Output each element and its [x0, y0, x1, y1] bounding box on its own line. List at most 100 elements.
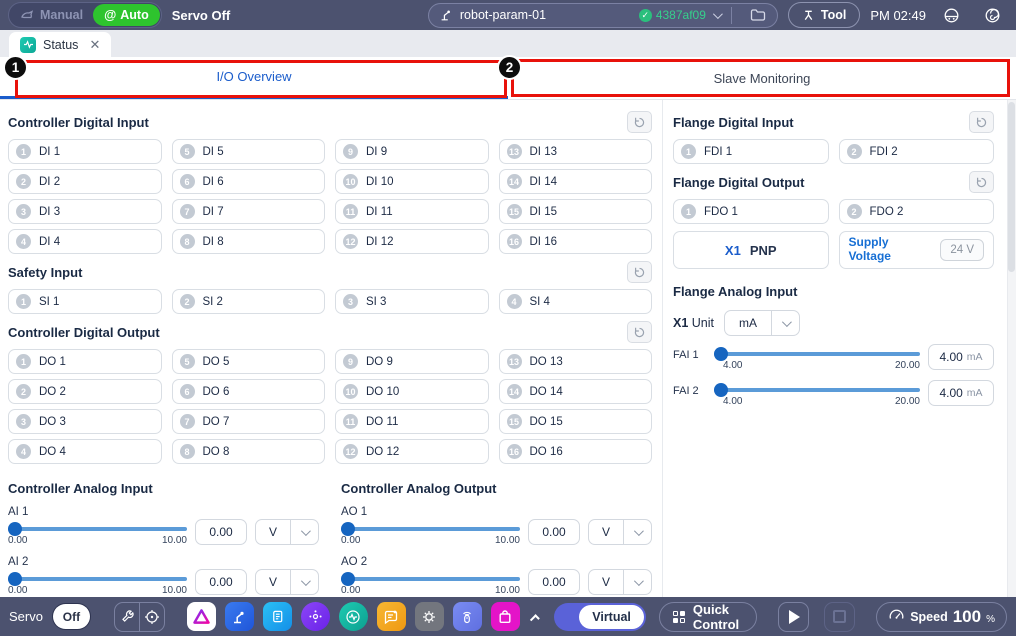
ao2-value-field[interactable]: 0.00: [528, 569, 580, 595]
ai2-slider[interactable]: 0.00 10.00: [8, 569, 187, 599]
ao1-slider-thumb[interactable]: [341, 522, 355, 536]
fai2-value-field[interactable]: 4.00 mA: [928, 380, 994, 406]
fai1-slider[interactable]: 4.00 20.00: [714, 344, 920, 374]
io-card-do-14[interactable]: 14DO 14: [499, 379, 653, 404]
ai2-slider-thumb[interactable]: [8, 572, 22, 586]
scrollbar-thumb[interactable]: [1008, 102, 1015, 272]
chat-app-icon[interactable]: [377, 602, 406, 631]
chevron-down-icon[interactable]: [623, 570, 651, 594]
chevron-down-icon[interactable]: [290, 520, 318, 544]
ai2-value-field[interactable]: 0.00: [195, 569, 247, 595]
vertical-scrollbar[interactable]: [1007, 100, 1016, 597]
ai2-slider-track[interactable]: [8, 577, 187, 581]
ai1-value-field[interactable]: 0.00: [195, 519, 247, 545]
fai1-slider-track[interactable]: [714, 352, 920, 356]
ai1-slider-track[interactable]: [8, 527, 187, 531]
mode-manual-button[interactable]: Manual: [10, 8, 93, 22]
ao2-unit-select[interactable]: V: [588, 569, 652, 595]
io-card-di-9[interactable]: 9DI 9: [335, 139, 489, 164]
io-card-di-14[interactable]: 14DI 14: [499, 169, 653, 194]
ao2-slider-thumb[interactable]: [341, 572, 355, 586]
io-card-di-4[interactable]: 4DI 4: [8, 229, 162, 254]
jog-app-icon[interactable]: [301, 602, 330, 631]
io-card-do-2[interactable]: 2DO 2: [8, 379, 162, 404]
io-card-do-15[interactable]: 15DO 15: [499, 409, 653, 434]
chevron-up-icon[interactable]: [530, 614, 540, 624]
fdi-reset-button[interactable]: [969, 111, 994, 133]
io-card-di-1[interactable]: 1DI 1: [8, 139, 162, 164]
io-card-do-13[interactable]: 13DO 13: [499, 349, 653, 374]
io-card-si-4[interactable]: 4SI 4: [499, 289, 653, 314]
fai2-slider-thumb[interactable]: [714, 383, 728, 397]
ao2-slider[interactable]: 0.00 10.00: [341, 569, 520, 599]
fai1-slider-thumb[interactable]: [714, 347, 728, 361]
move-button[interactable]: [139, 603, 164, 631]
robot-app-icon[interactable]: [225, 602, 254, 631]
io-card-di-7[interactable]: 7DI 7: [172, 199, 326, 224]
fai2-slider[interactable]: 4.00 20.00: [714, 380, 920, 410]
virtual-toggle-knob[interactable]: Virtual: [579, 605, 644, 629]
io-card-si-1[interactable]: 1SI 1: [8, 289, 162, 314]
chevron-down-icon[interactable]: [713, 9, 723, 19]
io-card-di-2[interactable]: 2DI 2: [8, 169, 162, 194]
chevron-down-icon[interactable]: [771, 311, 799, 335]
io-card-di-8[interactable]: 8DI 8: [172, 229, 326, 254]
io-card-do-1[interactable]: 1DO 1: [8, 349, 162, 374]
cdo-reset-button[interactable]: [627, 321, 652, 343]
io-card-fdi-1[interactable]: 1FDI 1: [673, 139, 829, 164]
spiral-icon[interactable]: [977, 7, 1008, 24]
io-card-do-6[interactable]: 6DO 6: [172, 379, 326, 404]
io-card-di-16[interactable]: 16DI 16: [499, 229, 653, 254]
cdi-reset-button[interactable]: [627, 111, 652, 133]
mode-auto-button[interactable]: @ Auto: [93, 4, 160, 26]
speed-control[interactable]: Speed 100 %: [876, 602, 1007, 632]
ao1-unit-select[interactable]: V: [588, 519, 652, 545]
ao1-slider[interactable]: 0.00 10.00: [341, 519, 520, 549]
chevron-down-icon[interactable]: [623, 520, 651, 544]
open-folder-button[interactable]: [743, 8, 773, 22]
tab-io-overview[interactable]: I/O Overview: [0, 57, 508, 99]
io-card-di-15[interactable]: 15DI 15: [499, 199, 653, 224]
io-card-fdi-2[interactable]: 2FDI 2: [839, 139, 995, 164]
monitor-app-icon[interactable]: [339, 602, 368, 631]
io-card-di-12[interactable]: 12DI 12: [335, 229, 489, 254]
io-card-si-3[interactable]: 3SI 3: [335, 289, 489, 314]
io-card-do-4[interactable]: 4DO 4: [8, 439, 162, 464]
io-card-si-2[interactable]: 2SI 2: [172, 289, 326, 314]
play-button[interactable]: [778, 602, 809, 632]
ai1-unit-select[interactable]: V: [255, 519, 319, 545]
fai-unit-select[interactable]: mA: [724, 310, 800, 336]
robot-param-selector[interactable]: robot-param-01 ✓ 4387af09: [428, 3, 778, 28]
io-card-fdo-2[interactable]: 2FDO 2: [839, 199, 995, 224]
io-card-di-3[interactable]: 3DI 3: [8, 199, 162, 224]
io-card-di-13[interactable]: 13DI 13: [499, 139, 653, 164]
fai2-slider-track[interactable]: [714, 388, 920, 392]
quick-control-button[interactable]: Quick Control: [659, 602, 757, 632]
ao1-value-field[interactable]: 0.00: [528, 519, 580, 545]
mode-virtual-toggle[interactable]: Virtual: [554, 603, 646, 631]
tab-status[interactable]: Status ✕: [9, 32, 111, 57]
ai2-unit-select[interactable]: V: [255, 569, 319, 595]
io-card-do-3[interactable]: 3DO 3: [8, 409, 162, 434]
io-card-do-5[interactable]: 5DO 5: [172, 349, 326, 374]
io-card-do-9[interactable]: 9DO 9: [335, 349, 489, 374]
servo-toggle-knob[interactable]: Off: [53, 604, 90, 629]
ai1-slider-thumb[interactable]: [8, 522, 22, 536]
close-icon[interactable]: ✕: [89, 38, 100, 51]
io-card-do-11[interactable]: 11DO 11: [335, 409, 489, 434]
si-reset-button[interactable]: [627, 261, 652, 283]
fdo-reset-button[interactable]: [969, 171, 994, 193]
tool-button[interactable]: Tool: [788, 2, 860, 28]
stop-button[interactable]: [824, 602, 855, 632]
ao1-slider-track[interactable]: [341, 527, 520, 531]
tab-slave-monitoring[interactable]: Slave Monitoring: [508, 57, 1016, 99]
io-card-di-5[interactable]: 5DI 5: [172, 139, 326, 164]
remote-app-icon[interactable]: [453, 602, 482, 631]
fai1-value-field[interactable]: 4.00 mA: [928, 344, 994, 370]
io-card-do-7[interactable]: 7DO 7: [172, 409, 326, 434]
home-app-icon[interactable]: [187, 602, 216, 631]
mode-toggle[interactable]: Manual @ Auto: [8, 2, 162, 28]
gear-app-icon[interactable]: [415, 602, 444, 631]
io-card-di-11[interactable]: 11DI 11: [335, 199, 489, 224]
doc-app-icon[interactable]: [263, 602, 292, 631]
